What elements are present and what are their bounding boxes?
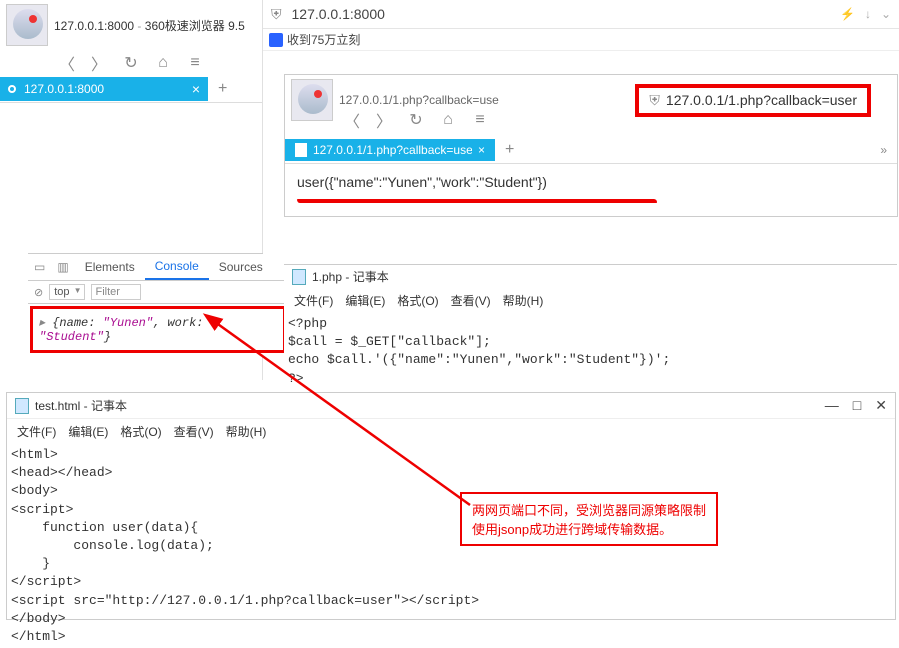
browser1-tab[interactable]: 127.0.0.1:8000 ×: [0, 77, 208, 101]
menu-icon[interactable]: ≡: [469, 109, 491, 131]
tab-elements[interactable]: Elements: [75, 255, 145, 279]
menu-format[interactable]: 格式(O): [393, 290, 442, 311]
device-icon[interactable]: ▥: [51, 256, 74, 278]
notepad1-content[interactable]: <?php $call = $_GET["callback"]; echo $c…: [284, 313, 897, 390]
inner-page-content: user({"name":"Yunen","work":"Student"}): [285, 164, 897, 216]
menu-view[interactable]: 查看(V): [170, 421, 218, 442]
forward-icon[interactable]: 〉: [373, 109, 395, 131]
tab-console[interactable]: Console: [145, 254, 209, 280]
new-tab-button[interactable]: +: [208, 76, 237, 102]
response-text: user({"name":"Yunen","work":"Student"}): [297, 174, 885, 190]
browser1-title: 127.0.0.1:8000 - 360极速浏览器 9.5: [54, 17, 245, 34]
highlighted-url[interactable]: 127.0.0.1/1.php?callback=user: [666, 92, 857, 108]
notepad-icon: [292, 269, 306, 285]
inner-tab-label: 127.0.0.1/1.php?callback=use: [313, 143, 472, 157]
chevron-down-icon[interactable]: ⌄: [881, 7, 891, 21]
annotation-callout: 两网页端口不同，受浏览器同源策略限制 使用jsonp成功进行跨域传输数据。: [460, 492, 718, 546]
tab-close-icon[interactable]: ×: [478, 143, 485, 157]
menu-help[interactable]: 帮助(H): [499, 290, 548, 311]
menu-file[interactable]: 文件(F): [290, 290, 337, 311]
avatar-icon: [6, 4, 48, 46]
tab-label: 127.0.0.1:8000: [24, 82, 104, 96]
filter-input[interactable]: Filter: [91, 284, 141, 300]
address-bar-row: ⛨ 127.0.0.1:8000 ⚡ ↓ ⌄: [263, 0, 899, 29]
forward-icon[interactable]: 〉: [88, 52, 110, 74]
browser1-nav: 〈 〉 ↻ ⌂ ≡: [0, 50, 262, 76]
shield-icon: ⛨: [649, 92, 660, 109]
url-highlight-frame: ⛨ 127.0.0.1/1.php?callback=user: [635, 84, 871, 117]
browser1-tabbar: 127.0.0.1:8000 × +: [0, 76, 262, 103]
inspect-icon[interactable]: ▭: [28, 256, 51, 278]
maximize-icon[interactable]: □: [853, 397, 861, 414]
notepad-php: 1.php - 记事本 文件(F) 编辑(E) 格式(O) 查看(V) 帮助(H…: [284, 264, 897, 390]
tabbar-chevron-icon[interactable]: »: [870, 139, 897, 161]
flash-icon[interactable]: ⚡: [840, 7, 855, 21]
back-icon[interactable]: 〈: [341, 109, 363, 131]
window-controls: — □ ✕: [825, 397, 887, 414]
notepad1-title: 1.php - 记事本: [312, 268, 389, 285]
title-app: 360极速浏览器 9.5: [145, 19, 245, 33]
browser1-titlebar: 127.0.0.1:8000 - 360极速浏览器 9.5: [0, 0, 262, 50]
back-icon[interactable]: 〈: [56, 52, 78, 74]
menu-help[interactable]: 帮助(H): [222, 421, 271, 442]
devtools-filter-row: ⊘ top Filter: [28, 281, 288, 304]
menu-file[interactable]: 文件(F): [13, 421, 60, 442]
devtools-tabs: ▭ ▥ Elements Console Sources: [28, 254, 288, 281]
page-icon: [295, 143, 307, 157]
menu-edit[interactable]: 编辑(E): [341, 290, 389, 311]
menu-icon[interactable]: ≡: [184, 52, 206, 74]
tab-favicon-icon: [8, 85, 16, 93]
notepad1-menubar: 文件(F) 编辑(E) 格式(O) 查看(V) 帮助(H): [284, 288, 897, 313]
notepad2-titlebar[interactable]: test.html - 记事本 — □ ✕: [7, 393, 895, 419]
download-icon[interactable]: ↓: [865, 7, 871, 21]
close-icon[interactable]: ✕: [875, 397, 887, 414]
menu-view[interactable]: 查看(V): [447, 290, 495, 311]
home-icon[interactable]: ⌂: [152, 52, 174, 74]
red-underline-annotation: [297, 199, 657, 203]
inner-tabbar: 127.0.0.1/1.php?callback=use × + »: [285, 137, 897, 164]
menu-format[interactable]: 格式(O): [116, 421, 165, 442]
notepad-html: test.html - 记事本 — □ ✕ 文件(F) 编辑(E) 格式(O) …: [6, 392, 896, 620]
address-input[interactable]: 127.0.0.1:8000: [288, 4, 834, 24]
notepad2-content[interactable]: <html> <head></head> <body> <script> fun…: [7, 444, 895, 648]
reload-icon[interactable]: ↻: [405, 109, 427, 131]
console-highlight-box: ▸ {name: "Yunen", work: "Student"}: [30, 306, 286, 353]
address-icons: ⚡ ↓ ⌄: [840, 7, 891, 21]
annotation-line2: 使用jsonp成功进行跨域传输数据。: [472, 519, 706, 538]
bookmark-text[interactable]: 收到75万立刻: [287, 31, 360, 48]
inner-title: 127.0.0.1/1.php?callback=use: [339, 93, 499, 107]
notepad1-titlebar[interactable]: 1.php - 记事本: [284, 265, 897, 288]
inner-browser-window: 127.0.0.1/1.php?callback=use ⛨ 127.0.0.1…: [284, 74, 898, 217]
new-tab-button[interactable]: +: [495, 137, 524, 163]
inner-tab[interactable]: 127.0.0.1/1.php?callback=use ×: [285, 139, 495, 161]
avatar-icon: [291, 79, 333, 121]
clear-console-icon[interactable]: ⊘: [34, 286, 43, 299]
title-url: 127.0.0.1:8000: [54, 19, 134, 33]
home-icon[interactable]: ⌂: [437, 109, 459, 131]
devtools-panel: ▭ ▥ Elements Console Sources ⊘ top Filte…: [28, 253, 288, 355]
bookmark-bar: 收到75万立刻: [263, 29, 899, 51]
annotation-line1: 两网页端口不同，受浏览器同源策略限制: [472, 500, 706, 519]
notepad2-title: test.html - 记事本: [35, 397, 127, 414]
context-select[interactable]: top: [49, 284, 84, 300]
bookmark-favicon-icon: [269, 33, 283, 47]
notepad-icon: [15, 398, 29, 414]
minimize-icon[interactable]: —: [825, 397, 839, 414]
tab-close-icon[interactable]: ×: [192, 81, 200, 97]
notepad2-menubar: 文件(F) 编辑(E) 格式(O) 查看(V) 帮助(H): [7, 419, 895, 444]
shield-icon[interactable]: ⛨: [271, 6, 282, 23]
menu-edit[interactable]: 编辑(E): [64, 421, 112, 442]
console-output-line: ▸ {name: "Yunen", work: "Student"}: [33, 309, 283, 350]
reload-icon[interactable]: ↻: [120, 52, 142, 74]
